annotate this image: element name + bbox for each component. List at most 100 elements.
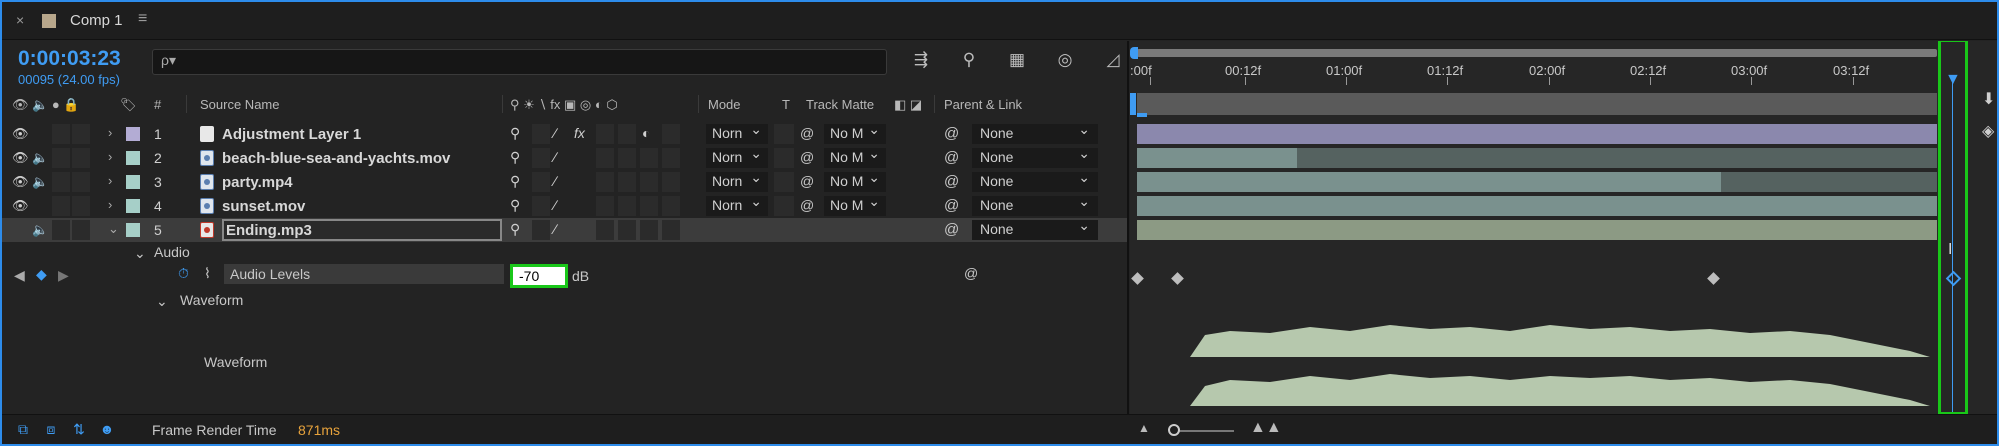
frame-blend-toggle[interactable] xyxy=(596,172,614,192)
shy-icon[interactable]: ⚲ xyxy=(510,125,520,142)
prev-keyframe-icon[interactable]: ◀ xyxy=(14,267,25,284)
solo-toggle[interactable] xyxy=(52,148,70,168)
label-swatch[interactable] xyxy=(126,151,140,165)
3d-toggle[interactable] xyxy=(662,148,680,168)
track-matte-select[interactable]: No M xyxy=(824,148,886,168)
parent-select[interactable]: None xyxy=(972,121,1098,144)
collapse-toggle[interactable] xyxy=(532,124,550,144)
work-area-bar[interactable] xyxy=(1137,49,1937,57)
zoom-in-icon[interactable]: ▲▲ xyxy=(1250,419,1282,437)
layer-bar[interactable] xyxy=(1137,196,1937,216)
comp-mini-flowchart-icon[interactable]: ⇶ xyxy=(908,49,934,71)
add-keyframe-icon[interactable]: ◆ xyxy=(36,266,47,283)
twirl-icon[interactable]: › xyxy=(108,149,112,164)
solo-toggle[interactable] xyxy=(52,124,70,144)
preserve-transparency-toggle[interactable] xyxy=(774,148,794,168)
zoom-slider-knob[interactable] xyxy=(1168,424,1180,436)
mode-select[interactable]: Norn xyxy=(706,145,768,168)
collapse-toggle[interactable] xyxy=(532,148,550,168)
render-time-icon[interactable]: ☻ xyxy=(98,421,116,439)
solo-toggle[interactable] xyxy=(52,196,70,216)
layer-row[interactable]: 🔈 ⌄ 5 Ending.mp3 ⚲ ∕ @ None xyxy=(2,217,1128,242)
eye-icon[interactable]: 👁 xyxy=(12,126,29,142)
close-icon[interactable]: × xyxy=(16,12,24,28)
preserve-transparency-toggle[interactable] xyxy=(774,172,794,192)
comp-marker-bin-icon[interactable]: ⬇ xyxy=(1982,89,1995,109)
motion-blur-toggle[interactable] xyxy=(618,196,636,216)
keyframe[interactable] xyxy=(1707,272,1720,285)
twirl-icon[interactable]: ⌄ xyxy=(108,221,119,237)
speaker-icon[interactable]: 🔈 xyxy=(32,174,48,190)
layer-name[interactable]: sunset.mov xyxy=(222,198,305,215)
label-swatch[interactable] xyxy=(126,127,140,141)
quality-icon[interactable]: ∕ xyxy=(554,149,556,165)
3d-toggle[interactable] xyxy=(662,196,680,216)
twirl-icon[interactable]: ⌄ xyxy=(134,245,146,262)
quality-icon[interactable]: ∕ xyxy=(554,125,556,141)
shy-icon[interactable]: ⚲ xyxy=(510,197,520,214)
quality-icon[interactable]: ∕ xyxy=(554,221,556,237)
adjustment-toggle[interactable] xyxy=(640,196,658,216)
zoom-out-icon[interactable]: ▲ xyxy=(1138,421,1150,435)
work-area-start-handle[interactable] xyxy=(1130,47,1138,59)
keyframe[interactable] xyxy=(1171,272,1184,285)
pickwhip-icon[interactable]: @ xyxy=(964,265,978,281)
parent-pickwhip-icon[interactable]: @ xyxy=(944,173,959,190)
shy-icon[interactable]: ⚲ xyxy=(510,173,520,190)
quality-icon[interactable]: ∕ xyxy=(554,173,556,189)
layer-bar[interactable] xyxy=(1137,172,1721,192)
lock-toggle[interactable] xyxy=(72,196,90,216)
parent-select[interactable]: None xyxy=(972,217,1098,240)
motion-blur-toggle[interactable] xyxy=(618,220,636,240)
layer-row[interactable]: 👁 › 1 Adjustment Layer 1 ⚲ ∕ fx ◐ Norn @ No M @ None xyxy=(2,121,1128,146)
adjustment-toggle[interactable] xyxy=(640,172,658,192)
lock-toggle[interactable] xyxy=(72,172,90,192)
collapse-toggle[interactable] xyxy=(532,220,550,240)
layer-bar[interactable] xyxy=(1137,220,1937,240)
panel-divider[interactable] xyxy=(1127,41,1129,414)
audio-levels-input[interactable]: -70 xyxy=(510,264,568,288)
mode-select[interactable]: Norn xyxy=(706,121,768,144)
layer-row[interactable]: 👁🔈 › 2 beach-blue-sea-and-yachts.mov ⚲ ∕ Norn @… xyxy=(2,145,1128,170)
adjustment-toggle[interactable] xyxy=(640,148,658,168)
label-swatch[interactable] xyxy=(126,175,140,189)
layer-switches-icon[interactable]: ⧈ xyxy=(42,421,60,439)
next-keyframe-icon[interactable]: ▶ xyxy=(58,267,69,284)
quality-icon[interactable]: ∕ xyxy=(554,197,556,213)
3d-toggle[interactable] xyxy=(662,220,680,240)
lock-toggle[interactable] xyxy=(72,220,90,240)
parent-pickwhip-icon[interactable]: @ xyxy=(944,149,959,166)
column-source-name[interactable]: Source Name xyxy=(200,97,279,112)
preserve-transparency-toggle[interactable] xyxy=(774,196,794,216)
twirl-icon[interactable]: › xyxy=(108,125,112,140)
frame-blend-toggle[interactable] xyxy=(596,124,614,144)
comp-nav-icon[interactable]: ⧉ xyxy=(14,421,32,439)
parent-pickwhip-icon[interactable]: @ xyxy=(944,221,959,238)
graph-icon[interactable]: ⌇ xyxy=(204,265,211,282)
layer-bar[interactable] xyxy=(1137,148,1297,168)
collapse-toggle[interactable] xyxy=(532,172,550,192)
layer-name[interactable]: party.mp4 xyxy=(222,174,293,191)
keyframe[interactable] xyxy=(1131,272,1144,285)
lock-toggle[interactable] xyxy=(72,124,90,144)
track-matte-pickwhip-icon[interactable]: @ xyxy=(800,125,814,141)
mode-select[interactable]: Norn xyxy=(706,193,768,216)
frame-blending-icon[interactable]: ▦ xyxy=(1004,49,1030,71)
layer-row[interactable]: 👁 › 4 sunset.mov ⚲ ∕ Norn @ No M @ None xyxy=(2,193,1128,218)
tab-comp-1[interactable]: Comp 1 xyxy=(70,12,123,29)
adjustment-layer-icon[interactable]: ◐ xyxy=(642,125,650,141)
shy-icon[interactable]: ⚲ xyxy=(510,149,520,166)
twirl-icon[interactable]: › xyxy=(108,173,112,188)
layer-row[interactable]: 👁🔈 › 3 party.mp4 ⚲ ∕ Norn @ No M @ None xyxy=(2,169,1128,194)
draft-3d-icon[interactable]: ⚲ xyxy=(956,49,982,71)
speaker-icon[interactable]: 🔈 xyxy=(32,150,48,166)
track-matte-select[interactable]: No M xyxy=(824,196,886,216)
solo-toggle[interactable] xyxy=(52,220,70,240)
layer-bar[interactable] xyxy=(1137,124,1937,144)
label-swatch[interactable] xyxy=(126,223,140,237)
panel-menu-icon[interactable]: ≡ xyxy=(138,10,147,28)
3d-toggle[interactable] xyxy=(662,124,680,144)
parent-select[interactable]: None xyxy=(972,169,1098,192)
fx-icon[interactable]: fx xyxy=(574,125,585,141)
eye-icon[interactable]: 👁 xyxy=(12,198,29,214)
